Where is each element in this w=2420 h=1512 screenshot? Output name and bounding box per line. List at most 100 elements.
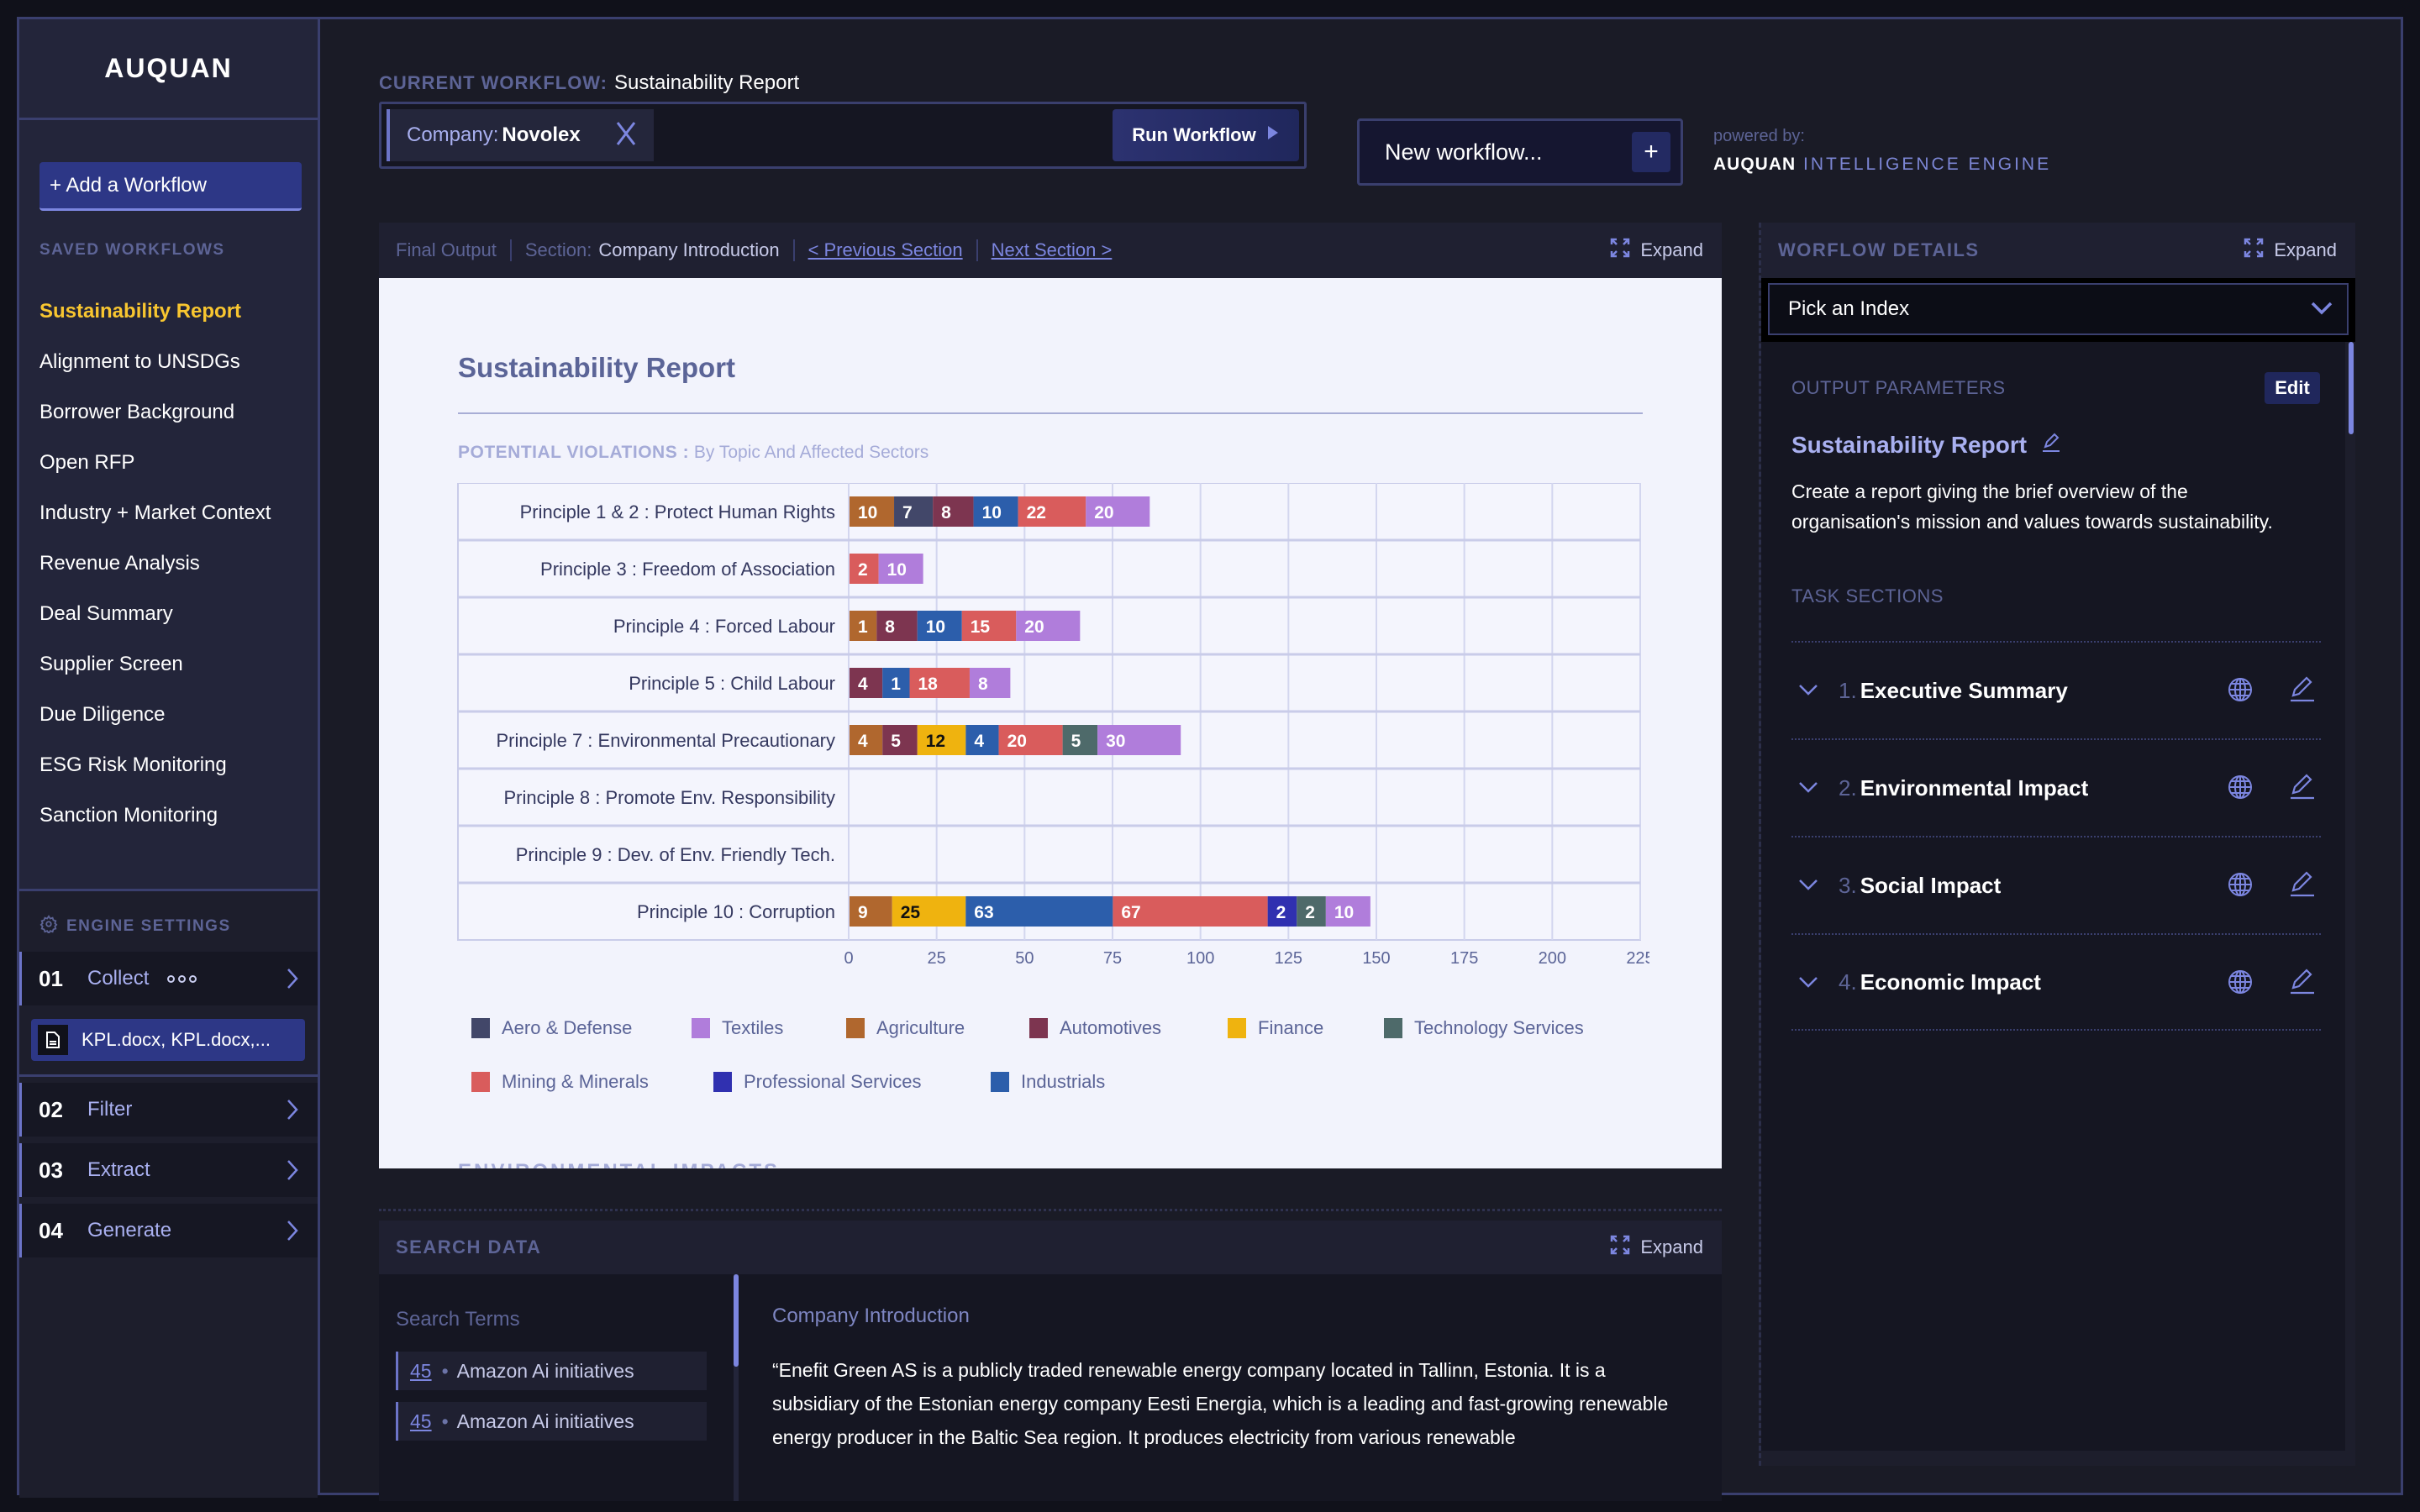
- search-data-body: Search Terms 45 • Amazon Ai initiatives 45…: [379, 1274, 1722, 1501]
- legend-swatch: [1384, 1018, 1402, 1038]
- task-number: 1.: [1839, 677, 1857, 703]
- engine-name: INTELLIGENCE ENGINE: [1803, 155, 2052, 174]
- saved-workflow-item[interactable]: Sanction Monitoring: [39, 790, 271, 841]
- step-filter[interactable]: 02 Filter: [19, 1083, 318, 1137]
- company-value: Novolex: [502, 123, 581, 146]
- powered-by: powered by: AUQUAN INTELLIGENCE ENGINE: [1713, 127, 2051, 175]
- chart-subtitle-text: By Topic And Affected Sectors: [693, 443, 929, 462]
- pencil-icon[interactable]: [2289, 869, 2316, 902]
- bar-value-label: 9: [858, 903, 868, 922]
- chart-subtitle: POTENTIAL VIOLATIONS : By Topic And Affe…: [458, 443, 929, 463]
- saved-workflow-item[interactable]: Revenue Analysis: [39, 538, 271, 589]
- chevron-down-icon[interactable]: [1798, 975, 1818, 993]
- search-term-item[interactable]: 45 • Amazon Ai initiatives: [396, 1402, 707, 1441]
- saved-workflow-item[interactable]: ESG Risk Monitoring: [39, 740, 271, 790]
- legend-label: Mining & Minerals: [502, 1071, 649, 1092]
- globe-icon[interactable]: [2227, 871, 2254, 902]
- scrollbar-thumb[interactable]: [734, 1274, 739, 1367]
- saved-workflow-item[interactable]: Open RFP: [39, 438, 271, 488]
- task-section-item[interactable]: 4. Economic Impact: [1791, 933, 2321, 1031]
- document-icon: [38, 1025, 68, 1055]
- task-section-item[interactable]: 3. Social Impact: [1791, 836, 2321, 933]
- expand-output-button[interactable]: Expand: [1610, 238, 1703, 263]
- bar-value-label: 15: [971, 617, 991, 637]
- add-new-workflow-button[interactable]: +: [1632, 132, 1670, 172]
- more-options-icon[interactable]: [167, 974, 197, 983]
- index-dropdown[interactable]: Pick an Index: [1768, 283, 2349, 335]
- workflow-details-header: WORFLOW DETAILS Expand: [1761, 223, 2355, 278]
- expand-label: Expand: [1640, 1236, 1703, 1257]
- globe-icon[interactable]: [2227, 676, 2254, 707]
- term-text: Amazon Ai initiatives: [456, 1410, 634, 1432]
- expand-details-button[interactable]: Expand: [2244, 238, 2337, 263]
- step-collect[interactable]: 01 Collect: [19, 952, 318, 1005]
- saved-workflow-item[interactable]: Industry + Market Context: [39, 488, 271, 538]
- term-count-link[interactable]: 45: [410, 1360, 432, 1383]
- chevron-right-icon: [286, 1158, 299, 1186]
- new-workflow-input[interactable]: New workflow... +: [1357, 118, 1683, 186]
- saved-workflow-item[interactable]: Alignment to UNSDGs: [39, 337, 271, 387]
- saved-workflow-item[interactable]: Supplier Screen: [39, 639, 271, 690]
- legend-swatch: [713, 1072, 732, 1092]
- next-section-link[interactable]: Next Section >: [992, 239, 1113, 261]
- legend-label: Professional Services: [744, 1071, 922, 1092]
- x-tick-label: 100: [1186, 949, 1214, 968]
- index-dropdown-value: Pick an Index: [1788, 297, 1910, 320]
- expand-search-button[interactable]: Expand: [1610, 1235, 1703, 1260]
- bar-value-label: 1: [891, 675, 901, 694]
- saved-workflow-item[interactable]: Deal Summary: [39, 589, 271, 639]
- scrollbar-thumb[interactable]: [2349, 342, 2354, 434]
- intro-text: “Enefit Green AS is a publicly traded re…: [772, 1359, 1669, 1448]
- step-name: Filter: [87, 1098, 133, 1121]
- bar-value-label: 8: [885, 617, 895, 637]
- section-label: Section:: [524, 239, 592, 260]
- play-icon: [1266, 124, 1280, 146]
- step-generate[interactable]: 04 Generate: [19, 1204, 318, 1257]
- report-canvas: Sustainability Report POTENTIAL VIOLATIO…: [379, 278, 1722, 1168]
- bar-value-label: 2: [1305, 903, 1315, 922]
- saved-workflow-item[interactable]: Due Diligence: [39, 690, 271, 740]
- run-workflow-button[interactable]: Run Workflow: [1113, 109, 1299, 161]
- step-extract[interactable]: 03 Extract: [19, 1143, 318, 1197]
- task-section-item[interactable]: 1. Executive Summary: [1791, 641, 2321, 738]
- pencil-icon[interactable]: [2040, 431, 2062, 459]
- workflow-details-title: WORFLOW DETAILS: [1778, 239, 1980, 260]
- task-section-item[interactable]: 2. Environmental Impact: [1791, 738, 2321, 836]
- saved-workflow-item[interactable]: Borrower Background: [39, 387, 271, 438]
- company-key: Company:: [407, 123, 499, 146]
- saved-workflow-item[interactable]: Sustainability Report: [39, 286, 271, 337]
- pencil-icon[interactable]: [2289, 675, 2316, 707]
- current-workflow: CURRENT WORKFLOW: Sustainability Report: [379, 71, 799, 95]
- pencil-icon[interactable]: [2289, 967, 2316, 1000]
- brand-name: AUQUAN: [1713, 155, 1797, 174]
- legend-swatch: [471, 1072, 490, 1092]
- search-terms-title: Search Terms: [396, 1308, 520, 1331]
- chevron-down-icon[interactable]: [1798, 780, 1818, 798]
- bar-value-label: 8: [941, 503, 951, 522]
- term-count-link[interactable]: 45: [410, 1410, 432, 1433]
- step-number: 03: [39, 1157, 63, 1183]
- edit-button[interactable]: Edit: [2265, 372, 2320, 404]
- x-tick-label: 50: [1015, 949, 1034, 968]
- add-workflow-button[interactable]: + Add a Workflow: [39, 162, 302, 211]
- x-tick-label: 225: [1626, 949, 1649, 968]
- task-number: 2.: [1839, 774, 1857, 801]
- chevron-down-icon[interactable]: [1798, 683, 1818, 701]
- legend-item: Textiles: [692, 1017, 783, 1039]
- close-icon[interactable]: [613, 119, 639, 154]
- previous-section-link[interactable]: < Previous Section: [808, 239, 963, 261]
- legend-swatch: [692, 1018, 710, 1038]
- pencil-icon[interactable]: [2289, 772, 2316, 805]
- search-term-item[interactable]: 45 • Amazon Ai initiatives: [396, 1352, 707, 1390]
- bar-value-label: 4: [858, 732, 868, 751]
- collect-files-chip[interactable]: KPL.docx, KPL.docx,...: [31, 1019, 305, 1061]
- chevron-down-icon[interactable]: [1798, 878, 1818, 895]
- search-data-header: SEARCH DATA Expand: [379, 1221, 1722, 1274]
- bar-value-label: 4: [858, 675, 868, 694]
- y-category-label: Principle 1 & 2 : Protect Human Rights: [520, 501, 835, 522]
- globe-icon[interactable]: [2227, 969, 2254, 1000]
- company-chip[interactable]: Company: Novolex: [387, 109, 654, 161]
- saved-workflows-list: Sustainability Report Alignment to UNSDG…: [39, 286, 271, 841]
- company-input-bar[interactable]: Company: Novolex Run Workflow: [379, 102, 1307, 169]
- globe-icon[interactable]: [2227, 774, 2254, 805]
